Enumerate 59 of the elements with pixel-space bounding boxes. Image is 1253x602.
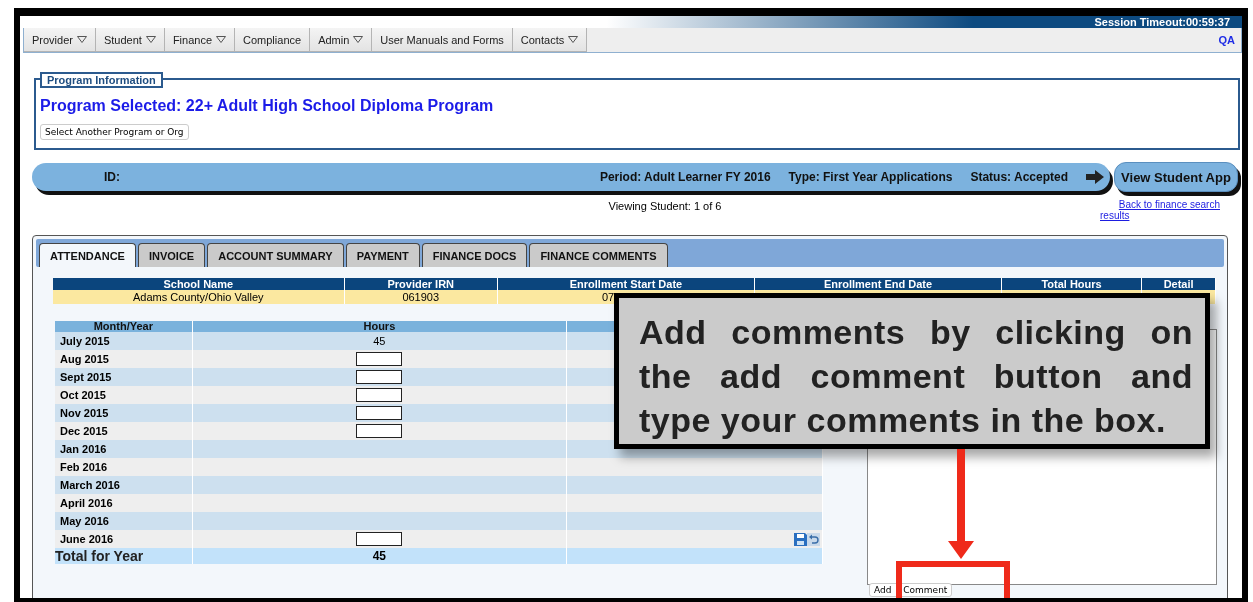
month-label: Nov 2015 — [55, 404, 193, 422]
menu-item[interactable]: Student — [95, 28, 165, 52]
total-hours: 45 — [192, 548, 567, 564]
tab[interactable]: FINANCE DOCS — [421, 243, 528, 267]
hours-input[interactable] — [356, 388, 403, 403]
type-label: Type: First Year Applications — [788, 170, 953, 184]
hours-input[interactable] — [356, 370, 403, 385]
select-program-button[interactable]: Select Another Program or Org — [40, 124, 189, 140]
program-title: Program Selected: 22+ Adult High School Diploma Program — [40, 97, 495, 115]
environment-label: QA — [1218, 34, 1236, 46]
hours-value: 45 — [192, 332, 567, 350]
hours-input[interactable] — [356, 532, 403, 547]
arrow-icon — [948, 449, 974, 559]
month-label: Dec 2015 — [55, 422, 193, 440]
month-label: June 2016 — [55, 530, 193, 548]
back-link[interactable]: Back to finance search results — [1100, 199, 1220, 221]
month-label: Jan 2016 — [55, 440, 193, 458]
menu-item[interactable]: Contacts — [512, 28, 588, 52]
callout-text: Add comments by clicking on the add comment button and type your comments in the box. — [639, 312, 1193, 441]
status-label: Status: Accepted — [970, 170, 1068, 184]
hours-input[interactable] — [356, 406, 403, 421]
column-header: Month/Year — [55, 321, 193, 332]
menu-item[interactable]: Finance — [164, 28, 236, 52]
tab[interactable]: FINANCE COMMENTS — [529, 243, 668, 267]
total-label: Total for Year — [55, 548, 193, 564]
column-header: School Name — [53, 278, 345, 290]
tab[interactable]: PAYMENT — [345, 243, 420, 267]
session-timeout: Session Timeout:00:59:37 — [1094, 16, 1230, 28]
table-cell: 061903 — [344, 290, 498, 304]
month-label: April 2016 — [55, 494, 193, 512]
month-label: Sept 2015 — [55, 368, 193, 386]
column-header: Hours — [192, 321, 567, 332]
column-header: Detail — [1141, 278, 1216, 290]
month-label: May 2016 — [55, 512, 193, 530]
month-label: Aug 2015 — [55, 350, 193, 368]
tab[interactable]: ACCOUNT SUMMARY — [207, 243, 344, 267]
tab[interactable]: ATTENDANCE — [39, 243, 136, 267]
arrow-icon — [1086, 170, 1104, 184]
tab[interactable]: INVOICE — [137, 243, 206, 267]
month-label: March 2016 — [55, 476, 193, 494]
column-header: Total Hours — [1001, 278, 1142, 290]
menu-item[interactable]: Compliance — [235, 28, 311, 52]
menu-item[interactable]: Provider — [24, 28, 96, 52]
panel-legend: Program Information — [40, 72, 163, 88]
menu-item[interactable]: Admin — [310, 28, 373, 52]
month-label: Feb 2016 — [55, 458, 193, 476]
month-label: July 2015 — [55, 332, 193, 350]
student-id: ID: — [104, 170, 120, 184]
column-header: Enrollment Start Date — [497, 278, 755, 290]
table-cell: Adams County/Ohio Valley — [53, 290, 345, 304]
undo-icon — [807, 532, 820, 546]
column-header: Enrollment End Date — [754, 278, 1002, 290]
column-header: Provider IRN — [344, 278, 498, 290]
viewing-student-text: Viewing Student: 1 of 6 — [607, 199, 723, 214]
period-label: Period: Adult Learner FY 2016 — [599, 170, 771, 184]
hours-input[interactable] — [356, 424, 403, 439]
hours-input[interactable] — [356, 352, 403, 367]
menu-item[interactable]: User Manuals and Forms — [372, 28, 513, 52]
month-label: Oct 2015 — [55, 386, 193, 404]
